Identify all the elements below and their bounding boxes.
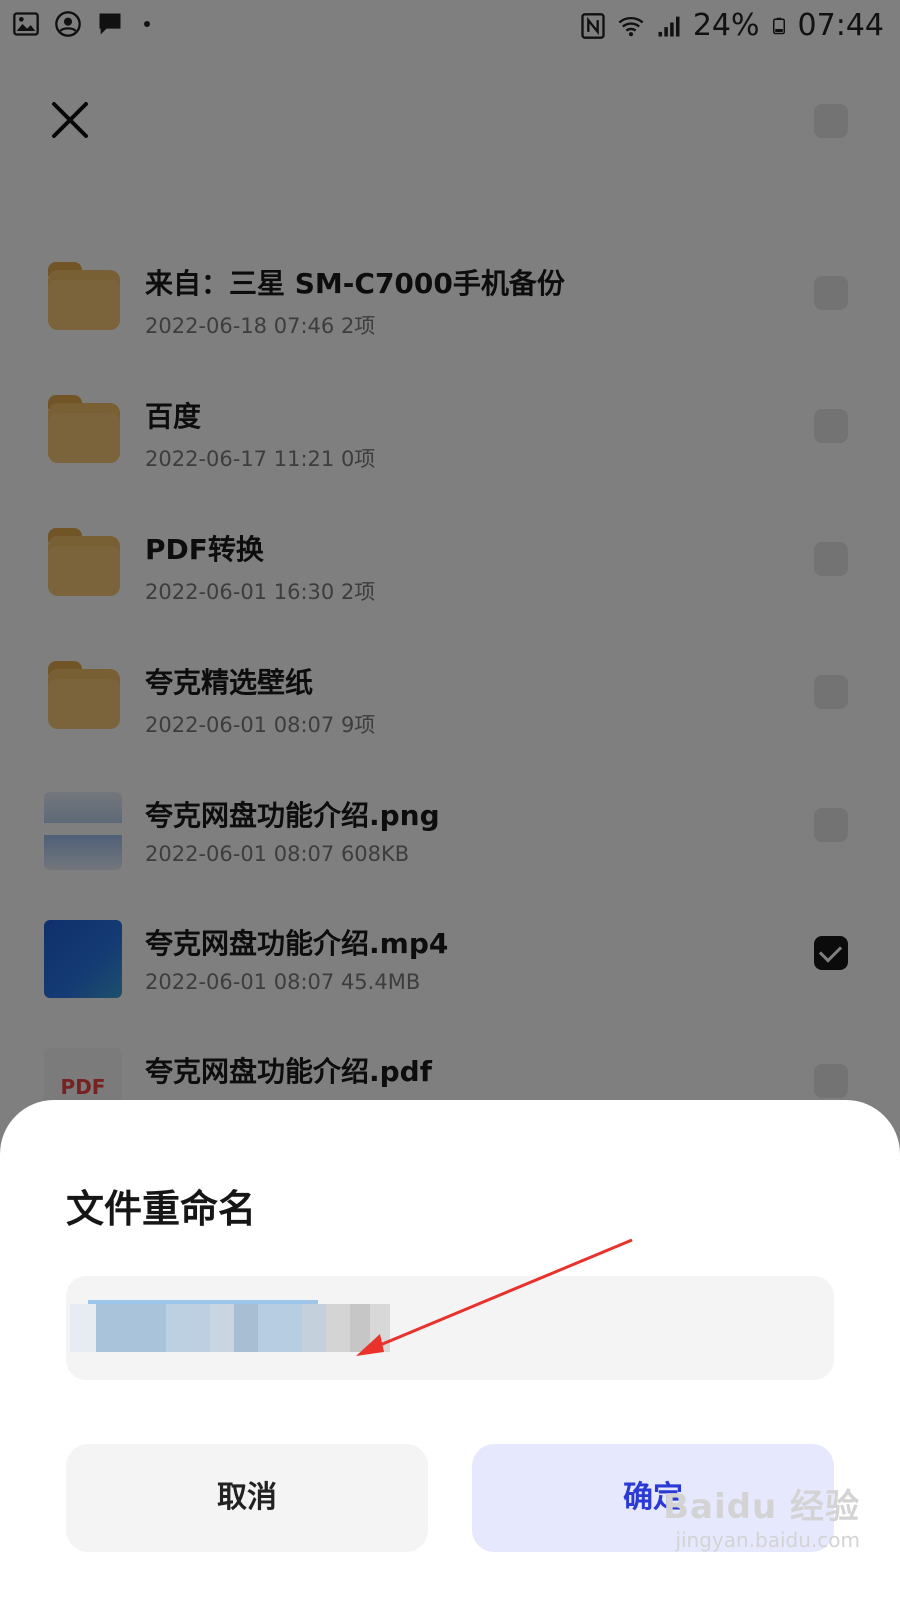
- cancel-button[interactable]: 取消: [66, 1444, 428, 1552]
- file-browser-screen: 24% 07:44 来自：三星 SM-C7000手机备份 2022-06-18 …: [0, 0, 900, 1600]
- watermark-brand: Baidu 经验: [663, 1487, 860, 1527]
- watermark: Baidu 经验 jingyan.baidu.com: [663, 1479, 860, 1552]
- watermark-url: jingyan.baidu.com: [675, 1528, 860, 1552]
- dialog-title: 文件重命名: [66, 1187, 257, 1231]
- annotation-arrow: [356, 1238, 633, 1356]
